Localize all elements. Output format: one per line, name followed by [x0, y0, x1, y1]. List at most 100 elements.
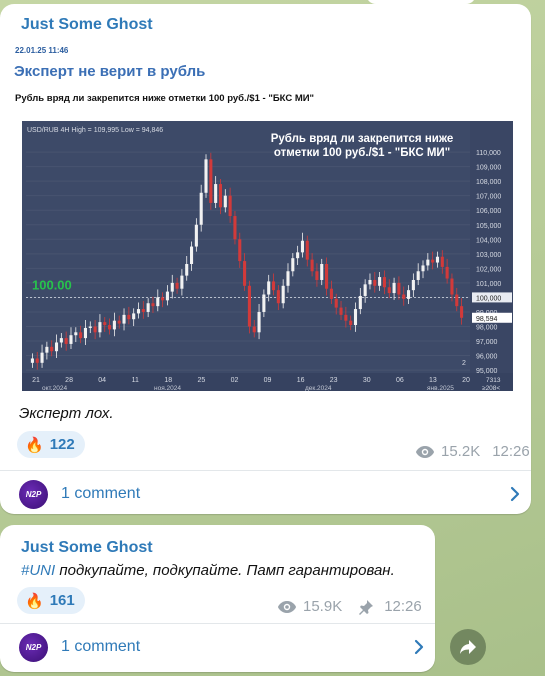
fire-reaction[interactable]: 🔥 122: [17, 431, 85, 458]
channel-post: Just Some Ghost 22.01.25 11:46 Эксперт н…: [0, 4, 531, 514]
y-tick-label: 107,000: [476, 194, 501, 201]
commenter-avatar: N2P: [19, 479, 48, 509]
y-tick-label: 97,000: [476, 339, 498, 346]
candle-body: [373, 279, 377, 286]
y-tick-label: 103,000: [476, 252, 501, 259]
corner-label: 2: [462, 360, 466, 367]
candle-body: [344, 314, 348, 321]
candle-body: [247, 285, 251, 327]
y-tick-label: 101,000: [476, 281, 501, 288]
channel-name[interactable]: Just Some Ghost: [21, 539, 153, 557]
post-time: 12:26: [384, 598, 422, 615]
candle-body: [180, 275, 184, 289]
candle-body: [291, 258, 295, 272]
candle-body: [69, 335, 73, 344]
candle-body: [320, 263, 324, 280]
candle-body: [161, 297, 165, 301]
candle-body: [83, 327, 87, 339]
candle-body: [54, 342, 59, 352]
candle-body: [286, 271, 290, 286]
candle-body: [233, 216, 237, 240]
candle-body: [204, 159, 208, 193]
y-tick-label: 95,000: [476, 368, 498, 375]
x-tick-label: 09: [264, 377, 272, 384]
y-tick-label: 98,000: [476, 324, 498, 331]
candle-body: [228, 195, 232, 217]
candle-body: [416, 271, 420, 280]
candle-body: [214, 184, 218, 203]
candle-body: [402, 294, 406, 299]
y-tick-label: 104,000: [476, 237, 501, 244]
x-tick-label: 13: [429, 377, 437, 384]
candle-body: [252, 326, 256, 333]
candle-body: [151, 303, 155, 307]
channel-post: Just Some Ghost #UNI подкупайте, подкупа…: [0, 525, 435, 672]
hashtag-link[interactable]: #UNI: [21, 562, 55, 579]
candle-body: [30, 358, 34, 363]
post-body: подкупайте, подкупайте. Памп гарантирова…: [55, 562, 395, 579]
candle-body: [411, 279, 415, 291]
candle-body: [431, 259, 435, 263]
candle-body: [40, 352, 44, 363]
candle-body: [353, 309, 358, 326]
price-chart-image[interactable]: 100.00 110,000 109,000 108,000 107,000 106,00…: [22, 121, 513, 391]
y-tick-label: 96,000: [476, 354, 498, 361]
forward-icon: [460, 640, 476, 654]
y-tick-label: 110,000: [476, 150, 501, 157]
candle-body: [132, 313, 136, 320]
candle-body: [310, 259, 314, 272]
candle-body: [296, 252, 300, 259]
candle-body: [349, 320, 353, 326]
y-tick-label: 108,000: [476, 179, 501, 186]
candle-body: [276, 290, 280, 304]
post-time: 12:26: [492, 443, 530, 460]
candle-body: [445, 266, 449, 279]
candle-body: [421, 265, 425, 272]
candle-body: [238, 239, 242, 262]
document-date: 22.01.25 11:46: [15, 46, 69, 55]
comments-button[interactable]: N2P 1 comment: [0, 623, 435, 671]
candle-body: [175, 282, 179, 289]
candle-body: [329, 288, 333, 299]
candle-body: [50, 346, 54, 352]
candle-body: [271, 281, 276, 291]
candle-body: [450, 278, 454, 295]
document-subtitle: Рубль вряд ли закрепится ниже отметки 10…: [15, 93, 315, 104]
comments-button[interactable]: N2P 1 comment: [0, 470, 531, 518]
channel-name[interactable]: Just Some Ghost: [21, 16, 153, 34]
fire-icon: 🔥: [25, 592, 44, 610]
candle-body: [281, 285, 285, 304]
forward-button[interactable]: [450, 629, 486, 665]
candle-body: [267, 281, 271, 295]
candle-body: [435, 256, 440, 263]
candle-body: [358, 295, 362, 310]
eye-icon: [278, 600, 296, 613]
x-tick-label: 28: [65, 377, 73, 384]
candle-body: [59, 338, 63, 343]
x-tick-label: 02: [231, 377, 239, 384]
y-tick-label: 105,000: [476, 223, 501, 230]
candle-body: [35, 358, 39, 363]
y-tick-label: 102,000: [476, 266, 501, 273]
post-text: #UNI подкупайте, подкупайте. Памп гарант…: [21, 562, 395, 579]
x-tick-label: 23: [330, 377, 338, 384]
month-label: ноя.2024: [154, 385, 181, 391]
x-tick-label: 20: [462, 377, 470, 384]
chart-title-line: Рубль вряд ли закрепится ниже: [271, 133, 454, 145]
candle-body: [127, 314, 131, 320]
candle-body: [170, 282, 174, 292]
view-count: 15.2K: [441, 443, 481, 460]
candle-body: [339, 307, 343, 315]
candle-body: [112, 320, 116, 330]
candle-body: [64, 338, 68, 344]
candle-body: [426, 259, 430, 266]
candle-body: [93, 326, 97, 333]
x-tick-label: 18: [164, 377, 172, 384]
candle-body: [392, 282, 396, 294]
fire-icon: 🔥: [25, 436, 44, 454]
candle-body: [257, 311, 261, 333]
candle-body: [300, 240, 304, 253]
x-tick-label: 16: [297, 377, 305, 384]
fire-reaction[interactable]: 🔥 161: [17, 587, 85, 614]
candle-body: [79, 332, 83, 339]
